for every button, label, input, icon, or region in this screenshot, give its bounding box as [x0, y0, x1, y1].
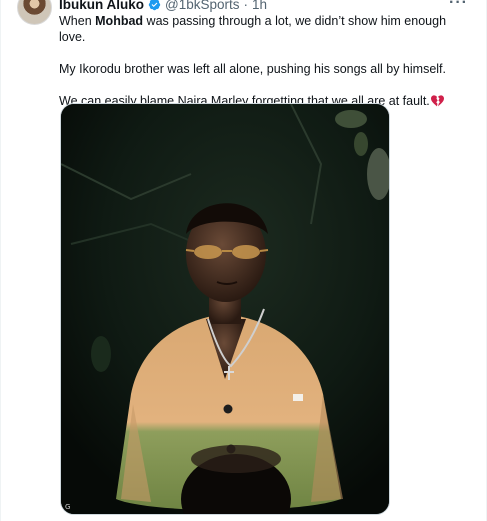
tweet-paragraph-2: My Ikorodu brother was left all alone, p… [59, 62, 446, 76]
tweet-paragraph-1: When Mohbad was passing through a lot, w… [59, 13, 474, 45]
verified-badge-icon [148, 0, 161, 10]
tweet-text: When Mohbad was passing through a lot, w… [59, 13, 474, 109]
mention-mohbad: Mohbad [95, 14, 144, 28]
avatar[interactable] [17, 0, 52, 25]
tweet-media-image[interactable]: G [60, 103, 390, 515]
author-name[interactable]: Ibukun Aluko [59, 0, 144, 12]
tweet-card[interactable]: Ibukun Aluko @1bkSports · 1h ··· When Mo… [0, 0, 487, 521]
portrait-photo [61, 104, 389, 514]
media-badge: G [65, 503, 71, 511]
more-icon[interactable]: ··· [449, 0, 468, 12]
tweet-header: Ibukun Aluko @1bkSports · 1h [59, 0, 267, 12]
paragraph-1-start: When [59, 14, 96, 28]
broken-heart-emoji-icon [430, 95, 444, 107]
tweet-time[interactable]: 1h [252, 0, 267, 12]
author-handle[interactable]: @1bkSports [165, 0, 240, 12]
separator-dot: · [243, 0, 249, 12]
